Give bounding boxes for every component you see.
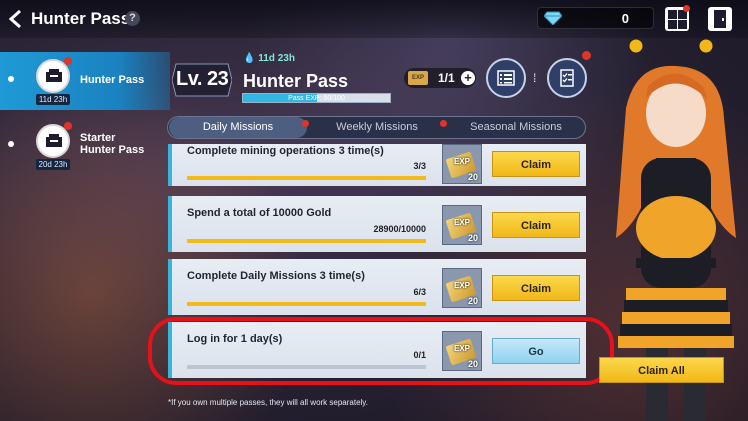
notification-badge [683, 5, 690, 12]
gem-currency[interactable]: 0 [537, 7, 654, 29]
exp-ticket-icon: EXP [408, 71, 428, 85]
missions-checklist-button[interactable] [547, 58, 587, 98]
sidebar-item-hunter-pass[interactable]: 11d 23h Hunter Pass [0, 52, 170, 110]
pass-title: Hunter Pass [243, 71, 349, 91]
pass-timer-text: 11d 23h [258, 53, 295, 64]
reward-label: EXP [454, 344, 471, 353]
reward-quantity: 20 [467, 233, 478, 243]
notification-badge [582, 51, 591, 60]
list-icon [497, 70, 515, 86]
reward-label: EXP [454, 281, 471, 290]
gem-icon [544, 11, 562, 25]
back-button[interactable] [6, 8, 26, 30]
mission-row: Log in for 1 day(s) 0/1 EXP 20 Go [168, 322, 586, 378]
tab-seasonal-missions[interactable]: Seasonal Missions [447, 117, 585, 138]
footnote: *If you own multiple passes, they will a… [168, 398, 368, 407]
sidebar-label-line2: Hunter Pass [80, 144, 145, 156]
notification-badge [64, 57, 72, 65]
pass-timer: 💧 11d 23h [243, 53, 295, 64]
mission-tabs: Daily Missions Weekly Missions Seasonal … [167, 116, 586, 139]
mission-row: Spend a total of 10000 Gold 28900/10000 … [168, 196, 586, 252]
separator: ⁞ [533, 71, 537, 85]
reward-quantity: 20 [467, 296, 478, 306]
help-icon[interactable]: ? [125, 11, 140, 26]
go-button[interactable]: Go [492, 338, 580, 364]
notification-badge [440, 120, 447, 127]
mission-title: Log in for 1 day(s) [187, 333, 283, 345]
claim-button[interactable]: Claim [492, 212, 580, 238]
reward-item[interactable]: EXP 20 [442, 331, 482, 371]
exp-ticket-counter: EXP 1/1 + [404, 68, 476, 88]
reward-item[interactable]: EXP 20 [442, 205, 482, 245]
mission-progress-bar [187, 176, 426, 180]
notification-badge [64, 122, 72, 130]
ticket-count: 1/1 [438, 71, 455, 85]
top-bar: Hunter Pass ? 0 [0, 0, 748, 38]
exit-button[interactable] [708, 7, 732, 31]
mission-row: Complete mining operations 3 time(s) 3/3… [168, 144, 586, 186]
door-icon [714, 10, 726, 28]
mission-progress: 6/3 [413, 287, 426, 297]
mission-progress-bar [187, 365, 426, 369]
selection-dot [8, 141, 14, 147]
reward-quantity: 20 [467, 359, 478, 369]
mission-row: Complete Daily Missions 3 time(s) 6/3 EX… [168, 259, 586, 315]
mission-title: Spend a total of 10000 Gold [187, 207, 332, 219]
selection-dot [8, 76, 14, 82]
claim-button[interactable]: Claim [492, 275, 580, 301]
tab-weekly-missions[interactable]: Weekly Missions [308, 117, 446, 138]
rewards-list-button[interactable] [486, 58, 526, 98]
mission-progress: 3/3 [413, 161, 426, 171]
reward-item[interactable]: EXP 20 [442, 144, 482, 184]
sidebar-item-label: Hunter Pass [80, 74, 145, 86]
ticket-icon [46, 134, 62, 147]
page-title: Hunter Pass [31, 9, 131, 28]
mission-progress: 28900/10000 [373, 224, 426, 234]
mission-progress-fill [187, 176, 426, 180]
checklist-icon [560, 69, 574, 87]
mission-progress-fill [187, 239, 426, 243]
claim-button[interactable]: Claim [492, 151, 580, 177]
mission-progress-bar [187, 302, 426, 306]
mission-progress-bar [187, 239, 426, 243]
sidebar-timer: 20d 23h [36, 159, 70, 170]
sidebar-timer: 11d 23h [36, 94, 70, 105]
ticket-icon [46, 69, 62, 82]
claim-all-button[interactable]: Claim All [599, 357, 724, 383]
reward-label: EXP [454, 157, 471, 166]
pass-level: Lv. 23 [176, 68, 229, 90]
sidebar-label-line1: Starter [80, 132, 116, 144]
pass-exp-label: Pass EXP: 50/100 [288, 95, 345, 102]
tab-daily-missions[interactable]: Daily Missions [169, 117, 307, 138]
pass-exp-bar: Pass EXP: 50/100 [242, 93, 391, 103]
add-ticket-button[interactable]: + [461, 71, 475, 85]
sidebar-item-starter-hunter-pass[interactable]: 20d 23h Starter Hunter Pass [0, 117, 170, 175]
chevron-left-icon [8, 9, 21, 29]
reward-label: EXP [454, 218, 471, 227]
mission-progress-fill [187, 302, 426, 306]
mission-title: Complete mining operations 3 time(s) [187, 145, 384, 157]
reward-item[interactable]: EXP 20 [442, 268, 482, 308]
sidebar-item-label: Starter Hunter Pass [80, 132, 144, 156]
gem-count: 0 [621, 11, 629, 26]
reward-quantity: 20 [467, 172, 478, 182]
mission-progress: 0/1 [413, 350, 426, 360]
mission-title: Complete Daily Missions 3 time(s) [187, 270, 365, 282]
